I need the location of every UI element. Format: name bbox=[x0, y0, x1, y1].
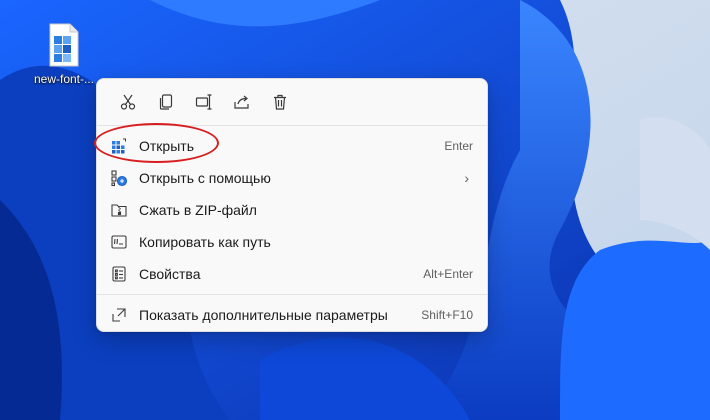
menu-item-label: Сжать в ZIP-файл bbox=[139, 202, 257, 218]
font-file-icon bbox=[49, 23, 79, 67]
zip-folder-icon bbox=[109, 200, 129, 220]
menu-item-open[interactable]: Открыть Enter bbox=[97, 130, 487, 162]
delete-button[interactable] bbox=[261, 86, 299, 118]
properties-icon bbox=[109, 264, 129, 284]
menu-items-extra: Показать дополнительные параметры Shift+… bbox=[97, 295, 487, 335]
menu-item-copy-path[interactable]: Копировать как путь bbox=[97, 226, 487, 258]
menu-item-more-options[interactable]: Показать дополнительные параметры Shift+… bbox=[97, 299, 487, 331]
copy-path-icon bbox=[109, 232, 129, 252]
desktop-file-label: new-font-... bbox=[33, 72, 95, 86]
more-options-icon bbox=[109, 305, 129, 325]
menu-items: Открыть Enter Открыть с помощью › Сжать … bbox=[97, 126, 487, 294]
menu-item-label: Показать дополнительные параметры bbox=[139, 307, 388, 323]
app-grid-icon bbox=[109, 136, 129, 156]
menu-item-open-with[interactable]: Открыть с помощью › bbox=[97, 162, 487, 194]
copy-button[interactable] bbox=[147, 86, 185, 118]
cut-button[interactable] bbox=[109, 86, 147, 118]
menu-item-shortcut: Enter bbox=[444, 139, 473, 153]
rename-icon bbox=[195, 94, 212, 110]
context-menu-toolbar bbox=[97, 79, 487, 125]
menu-item-shortcut: Alt+Enter bbox=[423, 267, 473, 281]
copy-icon bbox=[159, 94, 173, 110]
menu-item-label: Открыть bbox=[139, 138, 194, 154]
menu-item-label: Копировать как путь bbox=[139, 234, 271, 250]
desktop-file[interactable]: new-font-... bbox=[30, 22, 98, 86]
menu-item-label: Свойства bbox=[139, 266, 201, 282]
menu-item-shortcut: Shift+F10 bbox=[421, 308, 473, 322]
menu-item-compress-zip[interactable]: Сжать в ZIP-файл bbox=[97, 194, 487, 226]
menu-item-properties[interactable]: Свойства Alt+Enter bbox=[97, 258, 487, 290]
scissors-icon bbox=[120, 94, 136, 110]
context-menu: Открыть Enter Открыть с помощью › Сжать … bbox=[96, 78, 488, 332]
open-with-icon bbox=[109, 168, 129, 188]
share-button[interactable] bbox=[223, 86, 261, 118]
menu-item-label: Открыть с помощью bbox=[139, 170, 271, 186]
trash-icon bbox=[274, 94, 286, 110]
rename-button[interactable] bbox=[185, 86, 223, 118]
share-icon bbox=[234, 95, 249, 109]
submenu-chevron-icon: › bbox=[464, 170, 469, 186]
